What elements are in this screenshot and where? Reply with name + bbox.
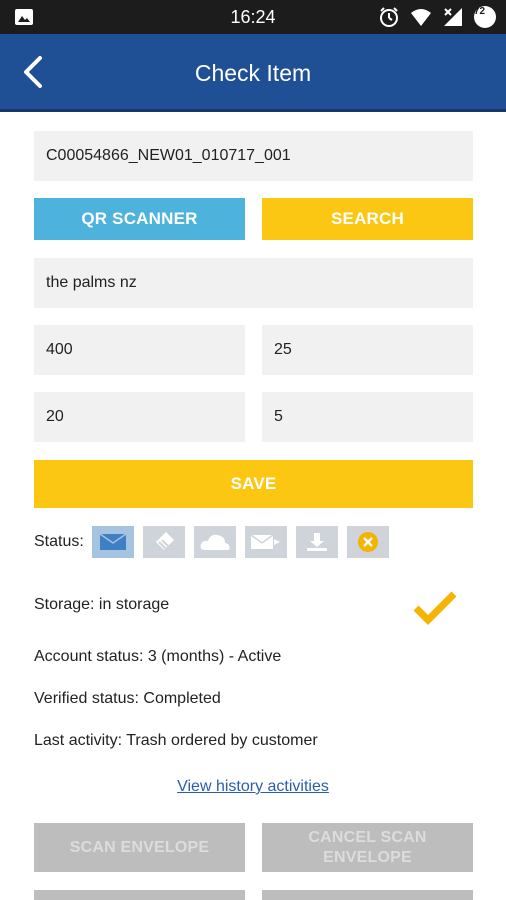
qr-scanner-button[interactable]: QR SCANNER — [34, 198, 245, 240]
status-row: Status: — [34, 526, 398, 558]
value-field-d[interactable]: 5 — [262, 392, 473, 442]
storage-status: Storage: in storage — [34, 596, 170, 613]
battery-icon: 72 — [474, 6, 496, 28]
location-field[interactable]: the palms nz — [34, 258, 473, 308]
scan-icon[interactable] — [142, 526, 185, 558]
checkmark-icon — [412, 588, 458, 628]
verified-status: Verified status: Completed — [34, 690, 221, 707]
send-icon[interactable] — [244, 526, 287, 558]
action-button-partial-left[interactable] — [34, 890, 245, 900]
action-button-partial-right[interactable] — [262, 890, 473, 900]
status-label: Status: — [34, 533, 84, 550]
page-title: Check Item — [194, 60, 312, 86]
cloud-icon[interactable] — [193, 526, 236, 558]
last-activity: Last activity: Trash ordered by customer — [34, 732, 318, 749]
cancel-scan-envelope-button[interactable]: CANCEL SCAN ENVELOPE — [262, 823, 473, 872]
download-icon[interactable] — [295, 526, 338, 558]
status-bar: 16:24 72 — [0, 0, 506, 34]
value-field-b[interactable]: 25 — [262, 325, 473, 375]
scan-envelope-button[interactable]: SCAN ENVELOPE — [34, 823, 245, 872]
app-bar: Check Item — [0, 34, 506, 112]
cancel-icon[interactable] — [346, 526, 389, 558]
account-status: Account status: 3 (months) - Active — [34, 648, 282, 665]
value-field-a[interactable]: 400 — [34, 325, 245, 375]
signal-icon — [442, 6, 464, 28]
wifi-icon — [410, 6, 432, 28]
value-field-c[interactable]: 20 — [34, 392, 245, 442]
envelope-icon[interactable] — [91, 526, 134, 558]
save-button[interactable]: SAVE — [34, 460, 473, 508]
item-code-field[interactable]: C00054866_NEW01_010717_001 — [34, 131, 473, 181]
search-button[interactable]: SEARCH — [262, 198, 473, 240]
alarm-icon — [378, 6, 400, 28]
view-history-link[interactable]: View history activities — [0, 778, 506, 796]
